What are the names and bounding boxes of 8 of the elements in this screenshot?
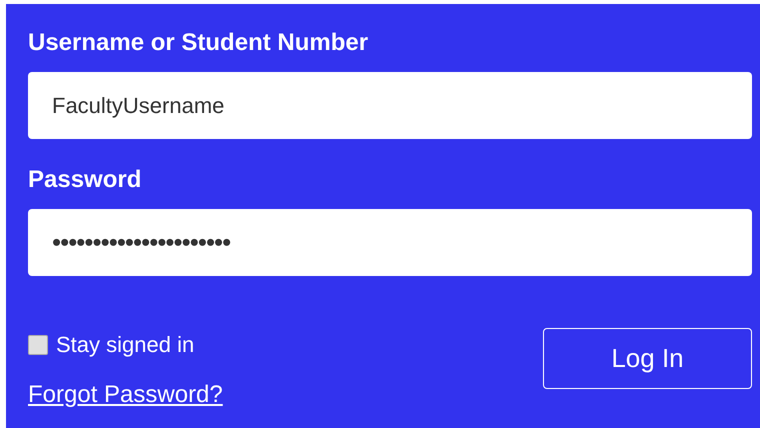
- login-button[interactable]: Log In: [543, 328, 752, 389]
- field-label: Password: [28, 165, 142, 195]
- checkbox[interactable]: [28, 334, 48, 354]
- forgot-password-link[interactable]: Forgot Password?: [28, 377, 223, 413]
- input-field[interactable]: FacultyUsername: [28, 72, 752, 139]
- checkbox-label: Stay signed in: [56, 331, 194, 359]
- input-field[interactable]: ••••••••••••••••••••••: [28, 209, 752, 276]
- field-label: Username or Student Number: [28, 28, 370, 58]
